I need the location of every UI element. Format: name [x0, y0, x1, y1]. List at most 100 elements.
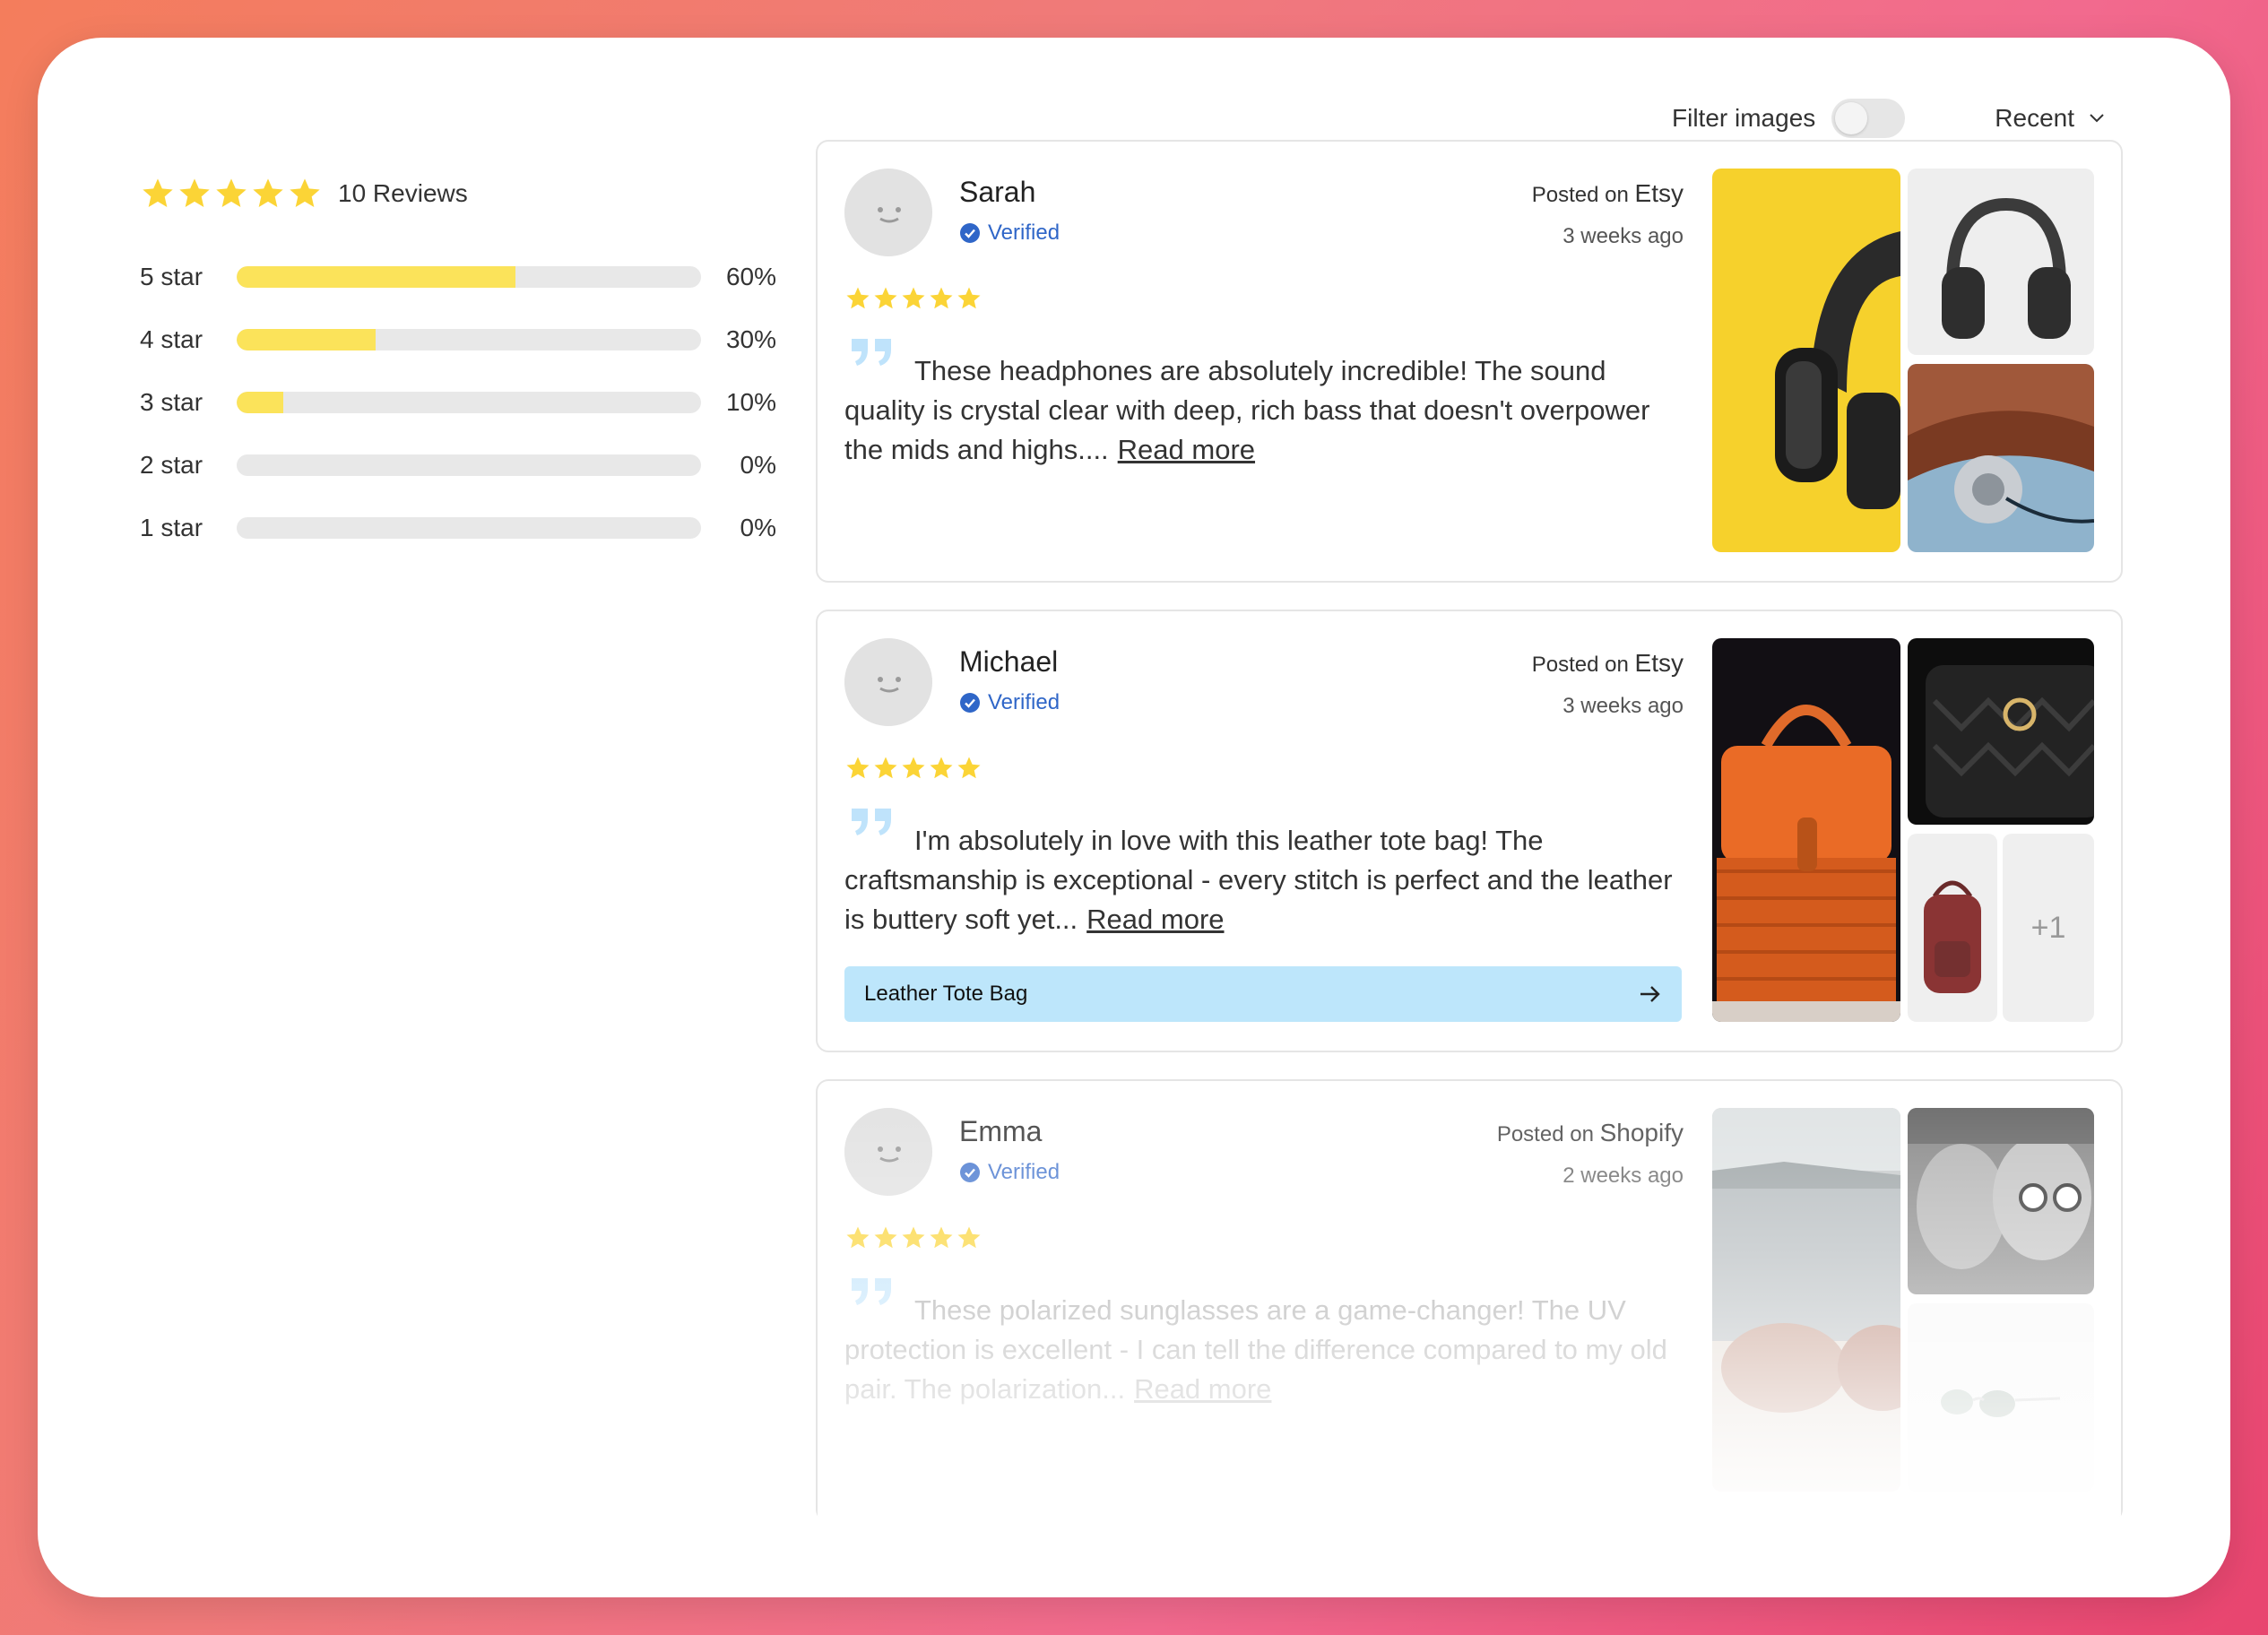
star-icon [846, 1226, 870, 1249]
posted-prefix: Posted on [1531, 653, 1629, 677]
filter-images-toggle[interactable] [1831, 99, 1906, 138]
review-date: 3 weeks ago [1562, 694, 1684, 718]
verified-label: Verified [988, 221, 1060, 245]
verified-label: Verified [988, 690, 1060, 714]
rating-bar [237, 329, 701, 350]
product-link[interactable]: Leather Tote Bag [844, 966, 1682, 1022]
posted-prefix: Posted on [1531, 183, 1629, 207]
rating-row-percent: 30% [725, 325, 776, 353]
review-image[interactable] [1712, 638, 1900, 1022]
rating-row-label: 1 star [140, 514, 203, 541]
review-gallery: +1 [1712, 638, 2094, 1022]
review-stars [844, 1224, 983, 1251]
read-more-link[interactable]: Read more [1134, 1373, 1271, 1405]
verified-badge: Verified [959, 690, 1060, 715]
star-icon [957, 757, 981, 779]
review-card: Emma Verified Posted on Shopify 2 weeks … [816, 1079, 2123, 1522]
star-icon [143, 178, 173, 207]
star-icon [902, 1226, 925, 1249]
toggle-knob [1835, 102, 1868, 134]
star-icon [930, 1226, 953, 1249]
filter-images-label: Filter images [1672, 104, 1816, 132]
star-icon [874, 757, 897, 779]
rating-row-percent: 0% [740, 451, 776, 479]
star-icon [902, 287, 925, 309]
star-icon [930, 287, 953, 309]
verified-badge-icon [960, 223, 980, 243]
sort-label: Recent [1995, 104, 2074, 132]
rating-row-label: 4 star [140, 325, 203, 353]
review-image[interactable] [1908, 1303, 2094, 1492]
star-icon [874, 287, 897, 309]
avatar [844, 1108, 932, 1196]
read-more-link[interactable]: Read more [1086, 904, 1224, 935]
review-card: Michael Verified Posted on Etsy 3 weeks … [816, 610, 2123, 1052]
review-image[interactable] [1712, 1108, 1900, 1492]
star-icon [930, 757, 953, 779]
arrow-right-icon [1640, 986, 1660, 1002]
rating-row-3[interactable]: 3 star 10% [140, 371, 821, 434]
reviews-widget: Filter images Recent 10 Reviews 5 star 6… [38, 38, 2230, 1597]
rating-summary: 10 Reviews 5 star 60% 4 star 30% 3 star … [140, 170, 821, 559]
review-image[interactable] [1712, 169, 1900, 552]
verified-badge: Verified [959, 1160, 1060, 1185]
review-image[interactable] [1908, 169, 2094, 355]
star-icon [290, 178, 320, 207]
star-icon [253, 178, 283, 207]
more-images-button[interactable]: +1 [2003, 834, 2094, 1022]
rating-row-percent: 60% [725, 263, 776, 290]
read-more-link[interactable]: Read more [1118, 434, 1255, 465]
star-icon [957, 1226, 981, 1249]
rating-row-label: 2 star [140, 451, 203, 479]
review-text: These headphones are absolutely incredib… [844, 351, 1687, 470]
rating-bar [237, 266, 701, 288]
review-image[interactable] [1908, 834, 1997, 1022]
star-icon [902, 757, 925, 779]
average-stars [140, 176, 324, 212]
posted-on: Posted on Etsy [1532, 649, 1684, 678]
summary-header: 10 Reviews [140, 170, 821, 217]
review-stars [844, 285, 983, 312]
verified-label: Verified [988, 1160, 1060, 1184]
top-controls: Filter images Recent [1672, 97, 2105, 140]
rating-bar [237, 392, 701, 413]
reviews-count: 10 Reviews [338, 179, 468, 207]
rating-row-5[interactable]: 5 star 60% [140, 246, 821, 308]
reviewer-name: Michael [959, 645, 1059, 678]
verified-badge-icon [960, 1163, 980, 1182]
rating-row-percent: 0% [740, 514, 776, 541]
product-name: Leather Tote Bag [864, 982, 1028, 1006]
posted-source: Shopify [1599, 1119, 1684, 1146]
sort-dropdown[interactable]: Recent [1995, 104, 2105, 133]
review-text: I'm absolutely in love with this leather… [844, 821, 1687, 939]
rating-bar-fill [237, 329, 377, 350]
review-date: 2 weeks ago [1562, 1164, 1684, 1188]
posted-on: Posted on Shopify [1497, 1119, 1684, 1147]
avatar [844, 638, 932, 726]
star-icon [846, 757, 870, 779]
rating-row-1[interactable]: 1 star 0% [140, 497, 821, 559]
review-image[interactable] [1908, 638, 2094, 825]
review-gallery [1712, 1108, 2094, 1492]
rating-bar [237, 454, 701, 476]
posted-on: Posted on Etsy [1532, 179, 1684, 208]
rating-bar [237, 517, 701, 539]
review-text: These polarized sunglasses are a game-ch… [844, 1291, 1687, 1409]
rating-row-2[interactable]: 2 star 0% [140, 434, 821, 497]
review-image[interactable] [1908, 1108, 2094, 1294]
star-icon [179, 178, 210, 207]
rating-bar-fill [237, 392, 283, 413]
verified-badge: Verified [959, 221, 1060, 246]
reviewer-name: Emma [959, 1115, 1043, 1147]
avatar [844, 169, 932, 256]
star-icon [216, 178, 247, 207]
posted-source: Etsy [1634, 179, 1684, 207]
rating-row-label: 3 star [140, 388, 203, 416]
review-image[interactable] [1908, 364, 2094, 552]
posted-source: Etsy [1634, 649, 1684, 677]
star-icon [957, 287, 981, 309]
rating-row-4[interactable]: 4 star 30% [140, 308, 821, 371]
review-card: Sarah Verified Posted on Etsy 3 weeks ag… [816, 140, 2123, 583]
reviewer-name: Sarah [959, 176, 1036, 208]
posted-prefix: Posted on [1496, 1122, 1594, 1146]
